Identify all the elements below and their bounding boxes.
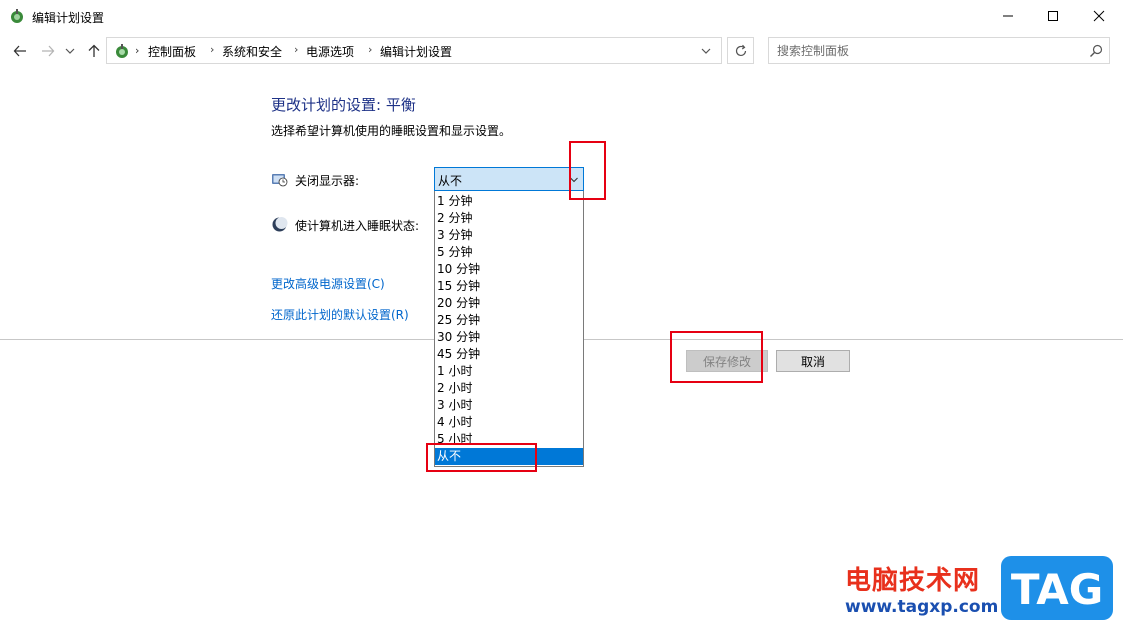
dropdown-option[interactable]: 25 分钟 [435, 312, 583, 329]
dropdown-option[interactable]: 15 分钟 [435, 278, 583, 295]
display-off-select[interactable]: 从不 [434, 167, 584, 191]
breadcrumb-power-options[interactable]: 电源选项 [306, 43, 354, 60]
up-button[interactable] [83, 40, 105, 62]
maximize-button[interactable] [1030, 0, 1076, 32]
dropdown-option[interactable]: 1 分钟 [435, 193, 583, 210]
highlight-box-save-button [670, 331, 763, 383]
restore-defaults-link[interactable]: 还原此计划的默认设置(R) [271, 306, 409, 323]
search-icon[interactable] [1089, 44, 1103, 58]
dropdown-option[interactable]: 10 分钟 [435, 261, 583, 278]
watermark-url: www.tagxp.com [845, 597, 999, 617]
highlight-box-dropdown-arrow [569, 141, 606, 200]
dropdown-option[interactable]: 30 分钟 [435, 329, 583, 346]
address-bar[interactable]: › 控制面板 › 系统和安全 › 电源选项 › 编辑计划设置 [106, 37, 722, 64]
watermark-text: 电脑技术网 [845, 566, 981, 596]
dropdown-option[interactable]: 2 分钟 [435, 210, 583, 227]
refresh-button[interactable] [727, 37, 754, 64]
minimize-icon [1003, 15, 1013, 17]
display-off-select-value: 从不 [438, 174, 463, 188]
breadcrumb-separator: › [294, 43, 299, 56]
control-panel-icon [113, 42, 131, 60]
page-subtitle: 选择希望计算机使用的睡眠设置和显示设置。 [271, 124, 512, 138]
close-icon [1093, 10, 1105, 22]
breadcrumb-separator: › [368, 43, 373, 56]
arrow-right-icon [42, 45, 55, 57]
close-button[interactable] [1076, 0, 1122, 32]
dropdown-option[interactable]: 4 小时 [435, 414, 583, 431]
breadcrumb-edit-plan[interactable]: 编辑计划设置 [380, 43, 452, 60]
svg-text:TAG: TAG [1011, 565, 1103, 614]
dropdown-option[interactable]: 2 小时 [435, 380, 583, 397]
minimize-button[interactable] [985, 0, 1031, 32]
maximize-icon [1048, 11, 1058, 21]
window-title: 编辑计划设置 [32, 11, 105, 25]
chevron-down-icon [65, 48, 75, 54]
dropdown-option[interactable]: 5 分钟 [435, 244, 583, 261]
highlight-box-never-option [426, 443, 537, 472]
dropdown-option[interactable]: 45 分钟 [435, 346, 583, 363]
page-title: 更改计划的设置: 平衡 [271, 96, 416, 114]
refresh-icon [735, 44, 746, 56]
title-bar: 编辑计划设置 [0, 0, 1123, 32]
display-off-dropdown-list: 1 分钟 2 分钟 3 分钟 5 分钟 10 分钟 15 分钟 20 分钟 25… [434, 191, 584, 467]
recent-locations-button[interactable] [62, 40, 78, 62]
breadcrumb-control-panel[interactable]: 控制面板 [148, 43, 196, 60]
dropdown-option[interactable]: 1 小时 [435, 363, 583, 380]
dropdown-option[interactable]: 3 小时 [435, 397, 583, 414]
sleep-label: 使计算机进入睡眠状态: [295, 219, 420, 233]
display-off-label: 关闭显示器: [295, 174, 360, 188]
search-input[interactable] [777, 42, 1077, 59]
breadcrumb-separator: › [135, 44, 140, 57]
forward-button[interactable] [37, 40, 59, 62]
arrow-left-icon [13, 45, 26, 57]
search-box[interactable] [768, 37, 1110, 64]
chevron-down-icon [701, 48, 711, 54]
dropdown-option[interactable]: 20 分钟 [435, 295, 583, 312]
power-options-icon [9, 8, 25, 24]
advanced-power-settings-link[interactable]: 更改高级电源设置(C) [271, 275, 385, 292]
sleep-moon-icon [271, 216, 288, 233]
address-history-button[interactable] [697, 43, 715, 59]
watermark-logo: TAG [1001, 556, 1113, 620]
breadcrumb-separator: › [210, 43, 215, 56]
breadcrumb-system-security[interactable]: 系统和安全 [222, 43, 282, 60]
monitor-icon [271, 171, 288, 188]
cancel-button[interactable]: 取消 [776, 350, 850, 372]
arrow-up-icon [88, 44, 100, 57]
dropdown-option[interactable]: 3 分钟 [435, 227, 583, 244]
back-button[interactable] [9, 40, 31, 62]
